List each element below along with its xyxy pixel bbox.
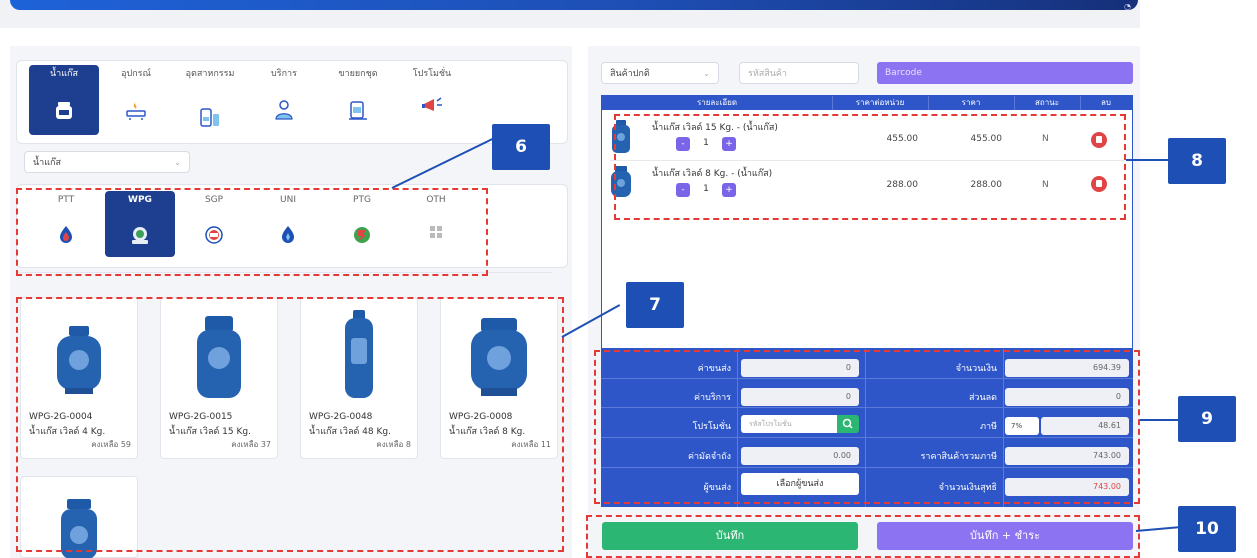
annotation-box-10 — [586, 515, 1140, 558]
tab-label: ขายยกชุด — [338, 69, 378, 79]
tab-category-gas[interactable]: น้ำแก๊ส — [29, 65, 99, 135]
annotation-badge-8: 8 — [1168, 138, 1226, 184]
product-type-select[interactable]: สินค้าปกติ ⌄ — [601, 62, 719, 84]
tab-label: โปรโมชั่น — [412, 69, 452, 79]
cart-header: รายละเอียด ราคาต่อหน่วย ราคา สถานะ ลบ — [602, 96, 1132, 110]
gas-refill-icon — [56, 102, 72, 119]
category-tabs: น้ำแก๊ส อุปกรณ์ อุตสาหกรรม บริการ ขายยกช… — [16, 60, 568, 144]
chevron-down-icon: ⌄ — [703, 69, 710, 78]
tab-category-equipment[interactable]: อุปกรณ์ — [101, 65, 171, 135]
promotion-megaphone-icon — [422, 97, 442, 111]
gas-stove-icon — [126, 101, 146, 120]
barcode-label: Barcode — [885, 68, 922, 78]
annotation-badge-9: 9 — [1178, 396, 1236, 442]
header-banner — [10, 0, 1138, 10]
callout-line-8 — [1126, 159, 1168, 161]
callout-line-10 — [1135, 526, 1180, 532]
tab-label: อุปกรณ์ — [121, 69, 151, 79]
barcode-button[interactable]: Barcode — [877, 62, 1133, 84]
callout-line-9 — [1140, 419, 1180, 421]
annotation-box-6 — [16, 188, 488, 276]
category-select[interactable]: น้ำแก๊ส ⌄ — [24, 151, 190, 173]
tab-category-industrial[interactable]: อุตสาหกรรม — [175, 65, 245, 135]
tab-label: น้ำแก๊ส — [50, 69, 78, 79]
top-bar: ◔ — [0, 0, 1140, 28]
col-price: ราคา — [961, 98, 981, 107]
tab-category-promotion[interactable]: โปรโมชั่น — [397, 65, 467, 135]
category-select-value: น้ำแก๊ส — [33, 158, 61, 168]
user-menu-icon[interactable]: ◔ — [1124, 2, 1131, 11]
tab-category-service[interactable]: บริการ — [249, 65, 319, 135]
tab-category-bundle[interactable]: ขายยกชุด — [323, 65, 393, 135]
col-detail: รายละเอียด — [696, 98, 738, 107]
product-code-input[interactable]: รหัสสินค้า — [739, 62, 859, 84]
tab-label: อุตสาหกรรม — [185, 69, 235, 79]
set-bundle-icon — [349, 101, 367, 120]
annotation-badge-10: 10 — [1178, 506, 1236, 552]
annotation-box-8 — [614, 114, 1126, 220]
tab-label: บริการ — [271, 69, 297, 79]
col-delete: ลบ — [1101, 98, 1111, 107]
col-status: สถานะ — [1035, 98, 1059, 107]
annotation-box-9 — [594, 350, 1140, 504]
product-code-placeholder: รหัสสินค้า — [748, 69, 787, 79]
product-type-value: สินค้าปกติ — [610, 69, 650, 79]
annotation-badge-7: 7 — [626, 282, 684, 328]
pos-screen: ◔ น้ำแก๊ส อุปกรณ์ อุตสาหกรรม บริการ ขายย… — [0, 0, 1257, 558]
col-unit-price: ราคาต่อหน่วย — [855, 98, 905, 107]
industrial-tank-icon — [200, 108, 219, 127]
annotation-badge-6: 6 — [492, 124, 550, 170]
service-person-icon — [275, 100, 293, 120]
chevron-down-icon: ⌄ — [174, 158, 181, 167]
annotation-box-7 — [16, 297, 564, 552]
